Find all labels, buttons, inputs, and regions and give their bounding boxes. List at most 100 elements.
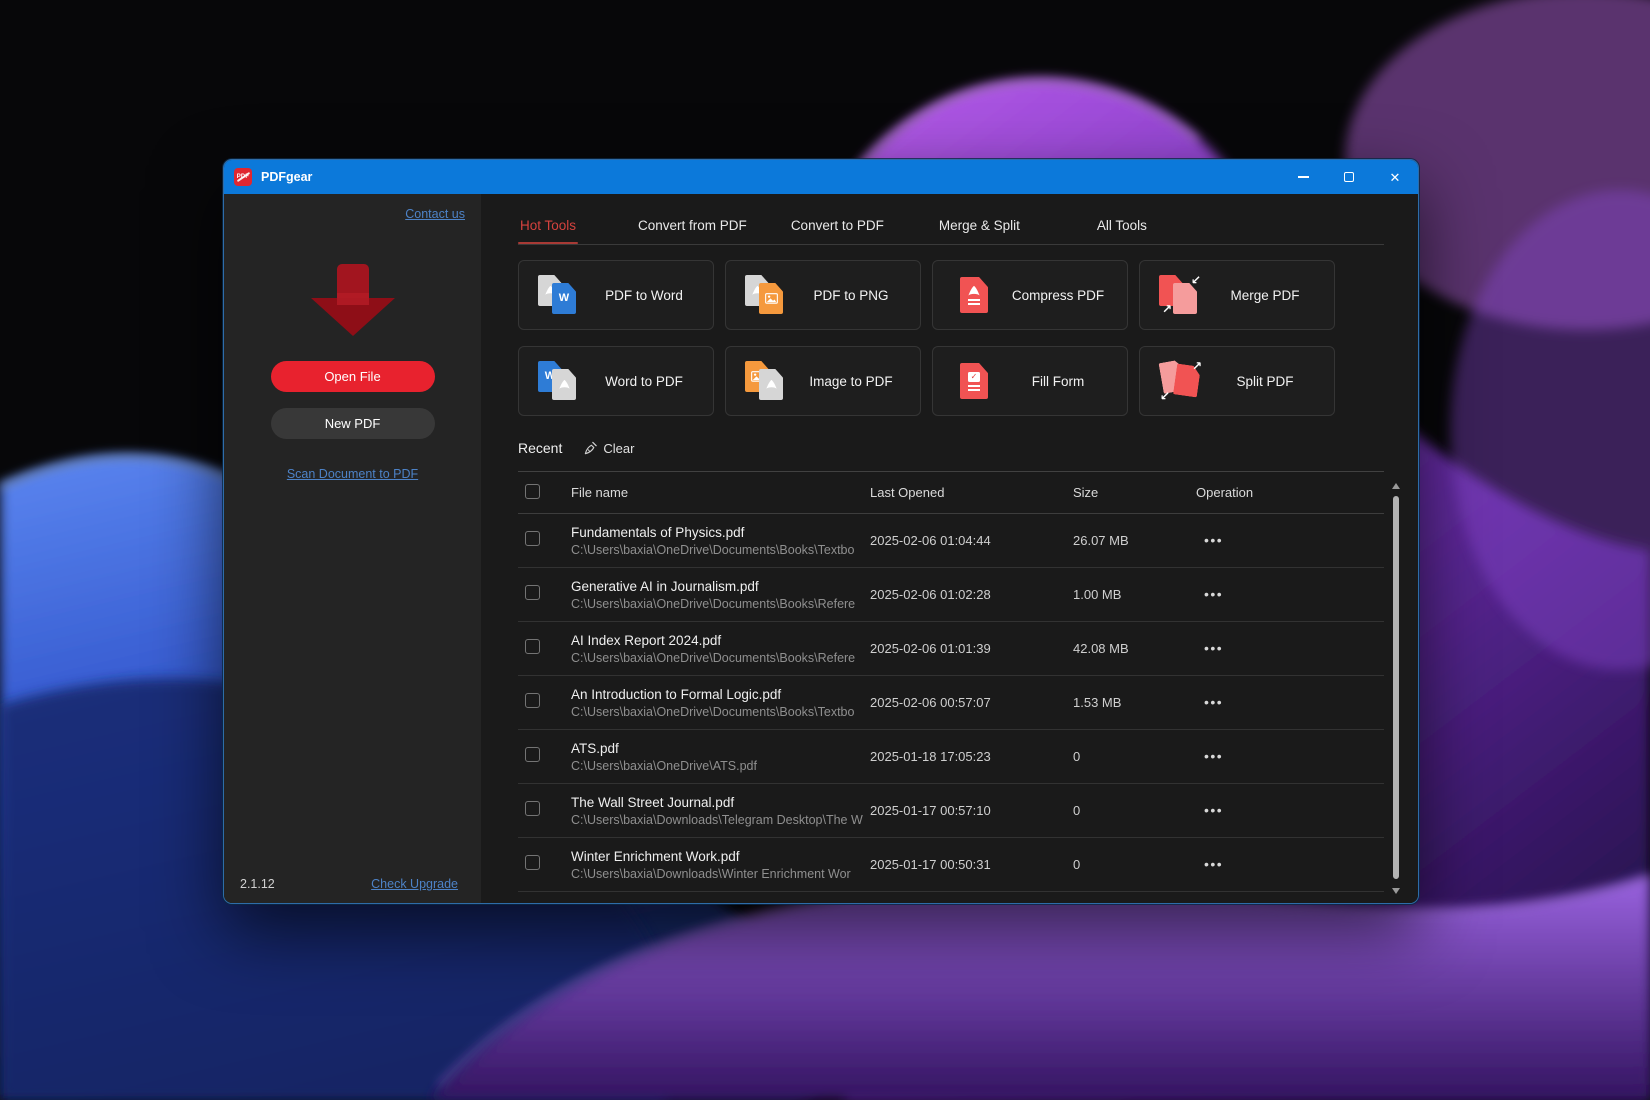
scrollbar[interactable] xyxy=(1390,483,1402,894)
scroll-up-icon[interactable] xyxy=(1392,483,1400,489)
table-header: File name Last Opened Size Operation xyxy=(518,472,1384,514)
scroll-down-icon[interactable] xyxy=(1392,888,1400,894)
pdfgear-window: PDF PDFgear ✕ Contact us Open F xyxy=(223,159,1419,904)
file-size-value: 42.08 MB xyxy=(1073,641,1192,656)
table-row[interactable]: ATS.pdf C:\Users\baxia\OneDrive\ATS.pdf … xyxy=(518,730,1384,784)
file-path: C:\Users\baxia\OneDrive\Documents\Books\… xyxy=(571,651,863,665)
file-size-value: 26.07 MB xyxy=(1073,533,1192,548)
file-name: ATS.pdf xyxy=(571,741,870,756)
download-arrow-icon xyxy=(311,264,395,336)
last-opened-value: 2025-02-06 01:02:28 xyxy=(870,587,1073,602)
fill-form-icon: ✓ xyxy=(951,358,997,404)
tools-grid: W PDF to Word PDF to PNG xyxy=(518,260,1384,416)
broom-icon xyxy=(583,441,598,456)
tab-merge-split[interactable]: Merge & Split xyxy=(937,212,1022,244)
operation-menu-button[interactable]: ••• xyxy=(1204,802,1223,818)
titlebar[interactable]: PDF PDFgear ✕ xyxy=(224,160,1418,194)
column-operation: Operation xyxy=(1192,485,1384,500)
app-logo-icon: PDF xyxy=(234,168,252,186)
operation-menu-button[interactable]: ••• xyxy=(1204,748,1223,764)
clear-recent-button[interactable]: Clear xyxy=(583,441,634,456)
maximize-icon xyxy=(1344,172,1354,182)
last-opened-value: 2025-02-06 00:57:07 xyxy=(870,695,1073,710)
file-name: Generative AI in Journalism.pdf xyxy=(571,579,870,594)
operation-menu-button[interactable]: ••• xyxy=(1204,532,1223,548)
column-size: Size xyxy=(1073,485,1192,500)
table-row[interactable]: An Introduction to Formal Logic.pdf C:\U… xyxy=(518,676,1384,730)
operation-menu-button[interactable]: ••• xyxy=(1204,694,1223,710)
row-checkbox[interactable] xyxy=(525,531,540,546)
compress-pdf-icon xyxy=(951,272,997,318)
table-row[interactable]: The Wall Street Journal.pdf C:\Users\bax… xyxy=(518,784,1384,838)
file-name: The Wall Street Journal.pdf xyxy=(571,795,870,810)
tool-word-to-pdf[interactable]: W Word to PDF xyxy=(518,346,714,416)
tab-convert-from-pdf[interactable]: Convert from PDF xyxy=(636,212,749,244)
row-checkbox[interactable] xyxy=(525,693,540,708)
word-to-pdf-icon: W xyxy=(537,358,583,404)
last-opened-value: 2025-01-17 00:57:10 xyxy=(870,803,1073,818)
desktop: PDF PDFgear ✕ Contact us Open F xyxy=(0,0,1650,1100)
row-checkbox[interactable] xyxy=(525,855,540,870)
file-path: C:\Users\baxia\OneDrive\Documents\Books\… xyxy=(571,543,863,557)
table-row[interactable]: Fundamentals of Physics.pdf C:\Users\bax… xyxy=(518,514,1384,568)
file-size-value: 1.53 MB xyxy=(1073,695,1192,710)
pdf-to-word-icon: W xyxy=(537,272,583,318)
image-to-pdf-icon xyxy=(744,358,790,404)
minimize-button[interactable] xyxy=(1280,160,1326,194)
tool-split-pdf[interactable]: ↗ ↙ Split PDF xyxy=(1139,346,1335,416)
merge-pdf-icon: ↙ ↗ xyxy=(1158,272,1204,318)
row-checkbox[interactable] xyxy=(525,639,540,654)
tool-fill-form[interactable]: ✓ Fill Form xyxy=(932,346,1128,416)
split-pdf-icon: ↗ ↙ xyxy=(1158,358,1204,404)
table-row[interactable]: Generative AI in Journalism.pdf C:\Users… xyxy=(518,568,1384,622)
tab-convert-to-pdf[interactable]: Convert to PDF xyxy=(789,212,886,244)
maximize-button[interactable] xyxy=(1326,160,1372,194)
tool-image-to-pdf[interactable]: Image to PDF xyxy=(725,346,921,416)
open-file-button[interactable]: Open File xyxy=(271,361,435,392)
file-name: AI Index Report 2024.pdf xyxy=(571,633,870,648)
minimize-icon xyxy=(1298,176,1309,178)
scrollbar-thumb[interactable] xyxy=(1393,496,1399,879)
version-label: 2.1.12 xyxy=(240,877,275,891)
column-file-name: File name xyxy=(558,485,870,500)
file-path: C:\Users\baxia\Downloads\Winter Enrichme… xyxy=(571,867,863,881)
tab-bar: Hot Tools Convert from PDF Convert to PD… xyxy=(518,212,1384,245)
operation-menu-button[interactable]: ••• xyxy=(1204,856,1223,872)
tab-hot-tools[interactable]: Hot Tools xyxy=(518,212,578,244)
file-size-value: 0 xyxy=(1073,803,1192,818)
select-all-checkbox[interactable] xyxy=(525,484,540,499)
scan-document-link[interactable]: Scan Document to PDF xyxy=(287,467,418,481)
tool-pdf-to-png[interactable]: PDF to PNG xyxy=(725,260,921,330)
tool-pdf-to-word[interactable]: W PDF to Word xyxy=(518,260,714,330)
recent-file-list: Fundamentals of Physics.pdf C:\Users\bax… xyxy=(518,514,1384,892)
last-opened-value: 2025-01-17 00:50:31 xyxy=(870,857,1073,872)
row-checkbox[interactable] xyxy=(525,801,540,816)
last-opened-value: 2025-02-06 01:01:39 xyxy=(870,641,1073,656)
operation-menu-button[interactable]: ••• xyxy=(1204,640,1223,656)
file-size-value: 0 xyxy=(1073,749,1192,764)
file-name: An Introduction to Formal Logic.pdf xyxy=(571,687,870,702)
tab-all-tools[interactable]: All Tools xyxy=(1095,212,1149,244)
operation-menu-button[interactable]: ••• xyxy=(1204,586,1223,602)
pdf-to-png-icon xyxy=(744,272,790,318)
contact-us-link[interactable]: Contact us xyxy=(405,207,465,221)
file-size-value: 0 xyxy=(1073,857,1192,872)
table-row[interactable]: AI Index Report 2024.pdf C:\Users\baxia\… xyxy=(518,622,1384,676)
close-button[interactable]: ✕ xyxy=(1372,160,1418,194)
row-checkbox[interactable] xyxy=(525,585,540,600)
sidebar: Contact us Open File New PDF Scan Docume… xyxy=(224,194,481,903)
new-pdf-button[interactable]: New PDF xyxy=(271,408,435,439)
table-row[interactable]: Winter Enrichment Work.pdf C:\Users\baxi… xyxy=(518,838,1384,892)
file-path: C:\Users\baxia\OneDrive\Documents\Books\… xyxy=(571,705,863,719)
window-title: PDFgear xyxy=(261,170,312,184)
check-upgrade-link[interactable]: Check Upgrade xyxy=(371,877,458,891)
main-panel: Hot Tools Convert from PDF Convert to PD… xyxy=(481,194,1418,903)
tool-merge-pdf[interactable]: ↙ ↗ Merge PDF xyxy=(1139,260,1335,330)
file-size-value: 1.00 MB xyxy=(1073,587,1192,602)
last-opened-value: 2025-01-18 17:05:23 xyxy=(870,749,1073,764)
recent-title: Recent xyxy=(518,440,562,456)
last-opened-value: 2025-02-06 01:04:44 xyxy=(870,533,1073,548)
file-path: C:\Users\baxia\OneDrive\ATS.pdf xyxy=(571,759,863,773)
tool-compress-pdf[interactable]: Compress PDF xyxy=(932,260,1128,330)
row-checkbox[interactable] xyxy=(525,747,540,762)
